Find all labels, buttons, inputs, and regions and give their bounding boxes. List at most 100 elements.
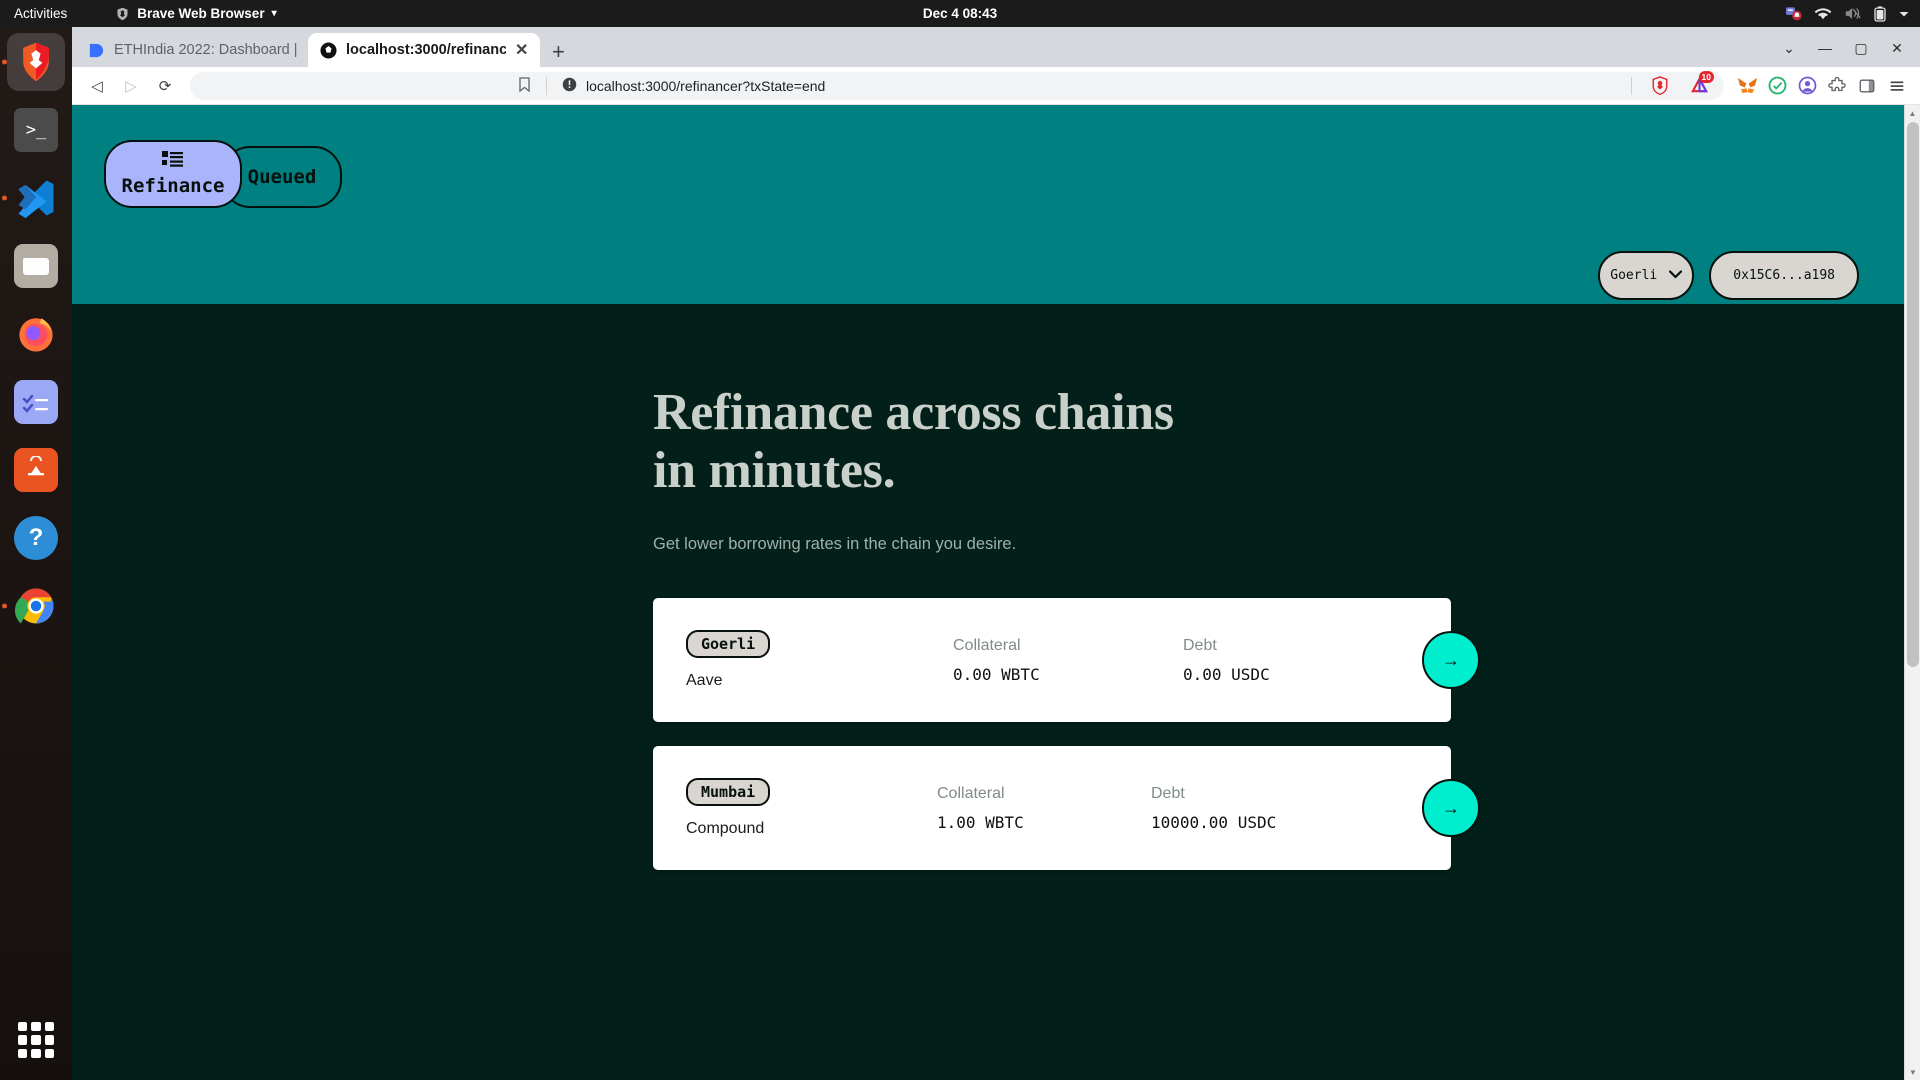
files-icon — [14, 244, 58, 288]
devfolio-icon — [87, 41, 105, 59]
chain-select-value: Goerli — [1610, 268, 1658, 283]
show-applications-button[interactable] — [14, 1018, 58, 1062]
system-menu-caret-icon[interactable] — [1898, 8, 1910, 20]
app-header: Queued Refinance Goerli 0x15C6...a198 — [72, 105, 1904, 304]
dock-item-help[interactable]: ? — [7, 509, 65, 567]
brave-rewards-icon[interactable]: 10 — [1686, 70, 1714, 99]
brave-lion-icon — [115, 6, 130, 22]
grid-dot — [44, 1022, 54, 1032]
collateral-value: 0.00 WBTC — [953, 664, 1040, 684]
back-button[interactable]: ◁ — [82, 71, 112, 101]
position-card[interactable]: Goerli Aave Collateral 0.00 WBTC Debt 0.… — [653, 598, 1480, 723]
minimize-button[interactable]: — — [1808, 33, 1842, 63]
gnome-top-bar: Activities Brave Web Browser ▾ Dec 4 08:… — [0, 0, 1920, 27]
metamask-icon[interactable] — [1734, 73, 1760, 99]
extensions-puzzle-icon[interactable] — [1824, 73, 1850, 99]
page-viewport: Queued Refinance Goerli 0x15C6...a198 Re… — [72, 105, 1920, 1080]
chrome-icon — [14, 584, 58, 628]
app-menu-label: Brave Web Browser — [137, 6, 265, 21]
debt-value: 10000.00 USDC — [1151, 812, 1277, 832]
dock-item-firefox[interactable] — [7, 305, 65, 363]
wifi-icon[interactable] — [1814, 7, 1832, 21]
volume-muted-icon[interactable] — [1844, 6, 1862, 21]
tab-search-button[interactable]: ⌄ — [1772, 33, 1806, 63]
hero-title-line1: Refinance across chains — [653, 384, 1174, 441]
wallet-address-button[interactable]: 0x15C6...a198 — [1709, 251, 1859, 300]
position-card[interactable]: Mumbai Compound Collateral 1.00 WBTC Deb… — [653, 746, 1480, 871]
grid-dot — [44, 1048, 54, 1058]
chain-badge: Goerli — [686, 630, 771, 659]
scroll-down-arrow[interactable]: ▼ — [1905, 1064, 1920, 1080]
reload-button[interactable]: ⟳ — [150, 71, 180, 101]
header-right-controls: Goerli 0x15C6...a198 — [1598, 251, 1859, 300]
page-scrollbar[interactable]: ▲ ▼ — [1904, 105, 1920, 1080]
collateral-label: Collateral — [953, 636, 1021, 654]
todo-checklist-icon — [14, 380, 58, 424]
dock-item-todo[interactable] — [7, 373, 65, 431]
scrollbar-thumb[interactable] — [1907, 122, 1919, 667]
dock-item-brave[interactable] — [2, 33, 65, 91]
vscode-icon — [14, 176, 58, 220]
running-indicator-dot — [2, 603, 7, 609]
sidebar-icon[interactable] — [1854, 73, 1880, 99]
chain-select[interactable]: Goerli — [1598, 251, 1695, 300]
grid-dot — [18, 1022, 28, 1032]
dock-item-chrome[interactable] — [2, 577, 65, 635]
protocol-name: Compound — [686, 820, 765, 838]
tab-refinance[interactable]: Refinance — [104, 140, 242, 208]
maximize-button[interactable]: ▢ — [1844, 33, 1878, 63]
hero-title-line2: in minutes. — [653, 442, 896, 500]
url-text: localhost:3000/refinancer?txState=end — [586, 77, 826, 94]
terminal-icon: >_ — [14, 108, 58, 152]
running-indicator-dot — [2, 59, 7, 65]
dock-item-terminal[interactable]: >_ — [7, 101, 65, 159]
close-icon[interactable]: ✕ — [515, 40, 529, 60]
protocol-name: Aave — [686, 672, 723, 690]
hero-subtitle: Get lower borrowing rates in the chain y… — [653, 535, 1017, 554]
app-menu-button[interactable]: Brave Web Browser ▾ — [115, 6, 277, 22]
ubuntu-dock: >_ ? — [0, 27, 72, 1080]
battery-icon[interactable] — [1874, 5, 1886, 22]
ubuntu-software-icon — [14, 448, 58, 492]
bookmark-icon[interactable] — [518, 76, 531, 95]
debt-column: Debt 0.00 USDC — [1183, 637, 1413, 684]
dock-item-files[interactable] — [7, 237, 65, 295]
profile-icon[interactable] — [1794, 73, 1820, 99]
grid-dot — [44, 1035, 54, 1045]
menu-icon[interactable] — [1884, 73, 1910, 99]
collateral-label: Collateral — [937, 784, 1005, 802]
browser-toolbar: ◁ ▷ ⟳ localhost:3000/refinancer?txState=… — [72, 67, 1920, 105]
dock-item-ubuntu-software[interactable] — [7, 441, 65, 499]
scroll-up-arrow[interactable]: ▲ — [1905, 105, 1920, 121]
address-bar[interactable]: localhost:3000/refinancer?txState=end 10 — [190, 70, 1724, 100]
grid-dot — [31, 1022, 41, 1032]
hero-section: Refinance across chains in minutes. Get … — [653, 384, 1904, 554]
extension-green-icon[interactable] — [1764, 73, 1790, 99]
close-window-button[interactable]: ✕ — [1880, 33, 1914, 63]
tab-title: ETHIndia 2022: Dashboard | D — [114, 42, 297, 58]
notifications-icon[interactable] — [1785, 6, 1802, 21]
clock[interactable]: Dec 4 08:43 — [0, 6, 1920, 21]
debt-value: 0.00 USDC — [1183, 664, 1270, 684]
tab-localhost-refinancer[interactable]: localhost:3000/refinancer ✕ — [308, 33, 540, 67]
divider — [546, 76, 547, 95]
debt-label: Debt — [1183, 636, 1217, 654]
rewards-badge-count: 10 — [1698, 70, 1714, 83]
refinance-arrow-button[interactable]: → — [1422, 631, 1480, 690]
refinancer-app: Queued Refinance Goerli 0x15C6...a198 Re… — [72, 105, 1904, 1080]
arrow-right-icon: → — [1442, 649, 1460, 670]
tab-title: localhost:3000/refinancer — [346, 42, 506, 58]
refinance-arrow-button[interactable]: → — [1422, 779, 1480, 838]
tab-ethindia[interactable]: ETHIndia 2022: Dashboard | D — [76, 33, 308, 67]
info-circle-icon[interactable] — [562, 77, 577, 95]
chain-badge: Mumbai — [686, 778, 771, 807]
brave-shields-icon[interactable] — [1647, 73, 1673, 99]
dock-item-vscode[interactable] — [2, 169, 65, 227]
collateral-column: Collateral 0.00 WBTC — [953, 637, 1183, 684]
new-tab-button[interactable]: + — [552, 41, 565, 63]
system-tray[interactable] — [1785, 5, 1910, 22]
divider — [1631, 76, 1632, 95]
tab-refinance-label: Refinance — [121, 175, 225, 197]
activities-button[interactable]: Activities — [0, 6, 81, 21]
forward-button[interactable]: ▷ — [116, 71, 146, 101]
